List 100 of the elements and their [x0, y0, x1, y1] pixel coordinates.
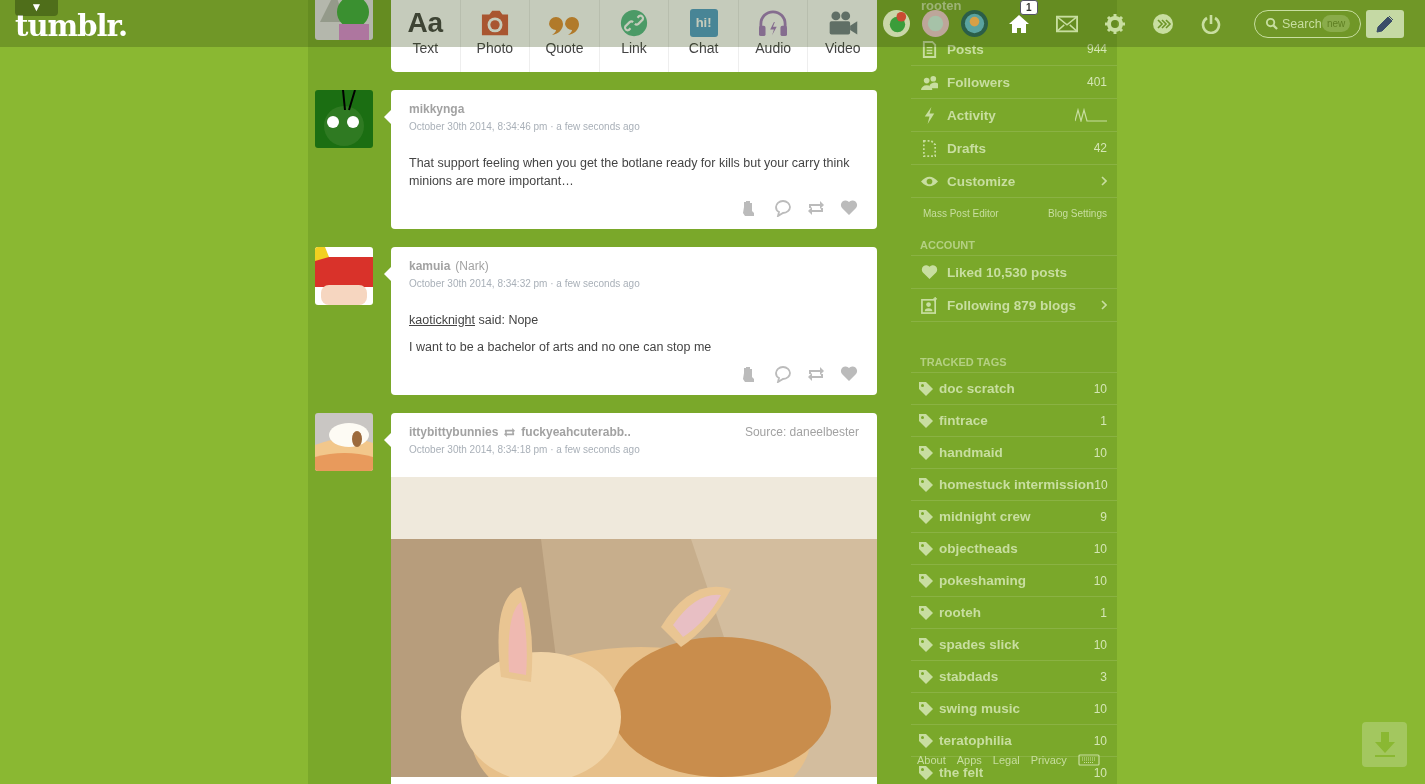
chat-icon: hi!	[689, 9, 718, 37]
sidebar-link[interactable]: Mass Post Editor	[923, 208, 999, 231]
tracked-tag[interactable]: swing music 10	[911, 693, 1117, 725]
tag-icon	[918, 444, 934, 461]
post-date: October 30th 2014, 8:34:46 pm · a few seconds ago	[409, 121, 641, 132]
chevrons-icon[interactable]	[1152, 13, 1174, 34]
tracked-tag[interactable]: stabdads 3	[911, 661, 1117, 693]
power-icon[interactable]	[1200, 13, 1222, 34]
tag-icon	[918, 476, 934, 493]
keyboard-icon[interactable]	[1077, 754, 1100, 766]
post-date: October 30th 2014, 8:34:32 pm · a few seconds ago	[409, 278, 641, 289]
reblog-icon	[503, 426, 517, 438]
tracked-tag[interactable]: spades slick 10	[911, 629, 1117, 661]
heart-icon	[921, 263, 938, 281]
tag-count: 10	[1093, 573, 1107, 588]
heart-icon[interactable]	[840, 199, 858, 217]
quote-text: said: Nope	[478, 313, 539, 327]
item-count: 401	[1086, 75, 1107, 89]
text-icon: Aa	[407, 9, 444, 37]
notification-badge: 1	[1020, 0, 1038, 15]
tracked-tag[interactable]: rooteh 1	[911, 597, 1117, 629]
menu-toggle[interactable]: ▼	[15, 0, 58, 16]
tracked-tag[interactable]: handmaid 10	[911, 437, 1117, 469]
tag-icon	[918, 380, 934, 397]
post-type-button[interactable]: Aa Text	[391, 0, 461, 72]
sidebar-link[interactable]: Blog Settings	[1048, 208, 1107, 231]
post-type-button[interactable]: Link	[599, 0, 670, 72]
reblog-icon[interactable]	[807, 365, 825, 383]
compose-button[interactable]	[1366, 9, 1404, 38]
people-icon	[921, 73, 938, 91]
tag-icon	[918, 636, 934, 653]
home-icon[interactable]	[1008, 13, 1030, 34]
footer-link[interactable]: About	[917, 754, 946, 766]
download-button[interactable]	[1362, 722, 1407, 767]
comment-icon[interactable]	[774, 365, 792, 383]
post-type-button[interactable]: Video	[808, 0, 878, 72]
document-icon	[921, 40, 938, 58]
tag-count: 10	[1093, 541, 1107, 556]
author-name[interactable]: ittybittybunnies	[409, 425, 499, 439]
search-input[interactable]: Search	[1282, 16, 1322, 31]
reblogged-blog-name[interactable]: fuckyeahcuterabb..	[521, 425, 631, 439]
sidebar-item[interactable]: Liked 10,530 posts	[911, 256, 1117, 289]
tag-count: 10	[1093, 445, 1107, 460]
author-name[interactable]: kamuia	[409, 259, 451, 273]
search-icon	[1265, 17, 1278, 30]
blog-name[interactable]: rooten	[921, 0, 962, 13]
author-name[interactable]: mikkynga	[409, 102, 465, 116]
post-type-button[interactable]: Audio	[738, 0, 809, 72]
tag-count: 10	[1093, 637, 1107, 652]
tracked-tag[interactable]: pokeshaming 10	[911, 565, 1117, 597]
reblog-icon[interactable]	[807, 199, 825, 217]
tag-count: 10	[1093, 765, 1107, 780]
sidebar-item[interactable]: Customize	[947, 173, 1016, 189]
headphones-icon	[757, 9, 790, 37]
tag-icon	[918, 412, 934, 429]
download-icon	[1372, 731, 1397, 758]
post-type-button[interactable]: hi! Chat	[669, 0, 739, 72]
tag-count: 10	[1093, 701, 1107, 716]
activity-sparkline	[1075, 108, 1107, 122]
tag-icon	[918, 668, 934, 685]
footer-link[interactable]: Legal	[992, 754, 1020, 766]
tag-icon	[918, 540, 934, 557]
tag-icon	[918, 604, 934, 621]
tag-icon	[918, 508, 934, 525]
sidebar-item[interactable]: Posts	[947, 41, 984, 57]
tag-icon	[918, 732, 934, 749]
heart-icon[interactable]	[840, 365, 858, 383]
link-icon	[618, 9, 650, 37]
section-heading: ACCOUNT	[911, 231, 1117, 256]
sidebar-item[interactable]: Activity	[947, 107, 996, 123]
post-text: I want to be a bachelor of arts and no one can stop me	[409, 339, 713, 356]
pencil-icon	[1376, 14, 1394, 33]
settings-icon[interactable]	[1104, 13, 1126, 34]
tracked-tag[interactable]: homestuck intermission10	[911, 469, 1117, 501]
quoted-blog-link[interactable]: kaoticknight	[409, 313, 475, 327]
post-type-button[interactable]: Quote	[530, 0, 600, 72]
sidebar-item[interactable]: Followers	[947, 74, 1010, 90]
post-type-button[interactable]: Photo	[460, 0, 531, 72]
sidebar-item[interactable]: Drafts	[947, 140, 986, 156]
post-date: October 30th 2014, 8:34:18 pm · a few seconds ago	[409, 444, 641, 455]
comment-icon[interactable]	[774, 199, 792, 217]
item-count: 944	[1086, 42, 1107, 56]
tracked-tag[interactable]: objectheads 10	[911, 533, 1117, 565]
tag-count: 10	[1094, 477, 1108, 492]
tracked-tag[interactable]: midnight crew 9	[911, 501, 1117, 533]
tag-count: 10	[1093, 733, 1107, 748]
author-alias: (Nark)	[455, 259, 489, 273]
dashed-document-icon	[921, 139, 938, 157]
tag-count: 10	[1093, 381, 1107, 396]
footer-link[interactable]: Privacy	[1030, 754, 1067, 766]
sidebar-item[interactable]: Following 879 blogs	[911, 289, 1117, 322]
footer-link[interactable]: Apps	[956, 754, 982, 766]
mail-icon[interactable]	[1056, 13, 1078, 34]
tracked-tag[interactable]: teratophilia 10	[911, 725, 1117, 757]
item-count: 42	[1093, 141, 1107, 155]
contact-card-icon	[921, 296, 938, 314]
post-source[interactable]: Source: daneelbester	[744, 425, 859, 439]
tracked-tag[interactable]: doc scratch 10	[911, 373, 1117, 405]
tracked-tag[interactable]: fintrace 1	[911, 405, 1117, 437]
tag-icon	[918, 572, 934, 589]
